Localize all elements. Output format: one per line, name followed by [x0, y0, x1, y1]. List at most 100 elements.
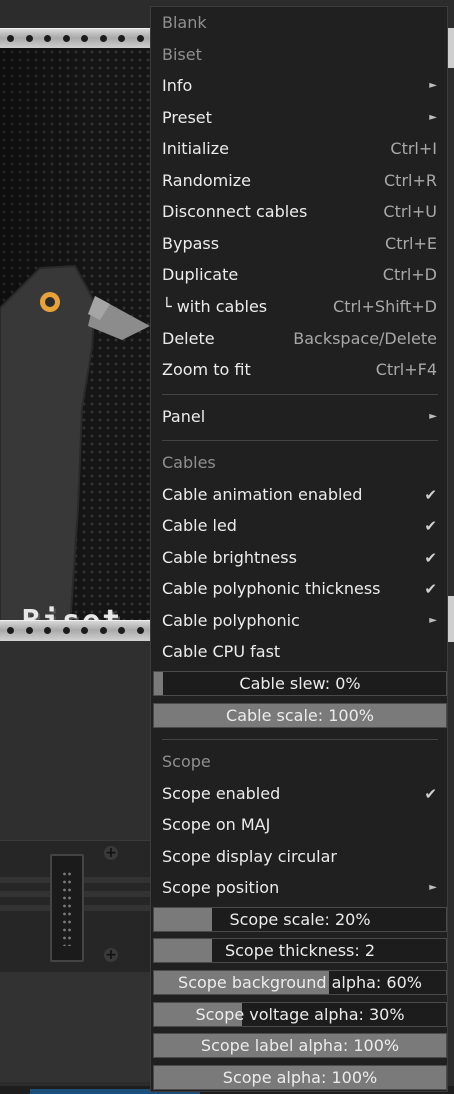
submenu-arrow-icon: ► — [429, 80, 437, 92]
menu-item-bypass[interactable]: Bypass Ctrl+E — [151, 229, 447, 259]
rail-hole — [136, 35, 144, 42]
submenu-arrow-icon: ► — [429, 882, 437, 894]
menu-item-bypass-label: Bypass — [162, 233, 220, 253]
rail-hole — [44, 35, 51, 42]
menu-item-delete[interactable]: Delete Backspace/Delete — [151, 324, 447, 354]
shortcut-hint: Backspace/Delete — [293, 328, 437, 348]
menu-item-with-cables[interactable]: └ with cables Ctrl+Shift+D — [151, 292, 447, 322]
screw-icon: + — [104, 947, 118, 963]
empty-rack-area — [0, 641, 152, 841]
menu-item-with-cables-label: └ with cables — [162, 296, 268, 316]
scope-section-heading-label: Scope — [162, 752, 211, 772]
screw-icon: + — [104, 845, 118, 861]
connector-pins — [62, 870, 72, 946]
menu-item-randomize[interactable]: Randomize Ctrl+R — [151, 166, 447, 196]
ribbon-connector — [50, 854, 84, 962]
pigeon-illustration — [0, 264, 150, 628]
menu-item-cable-animation-enabled[interactable]: Cable animation enabled ✔ — [151, 480, 447, 510]
scope-slider-3[interactable]: Scope voltage alpha: 30% — [153, 1001, 447, 1027]
scope-slider-4[interactable]: Scope label alpha: 100% — [153, 1033, 447, 1059]
rail-hole — [44, 627, 51, 634]
checkmark-icon: ✔ — [424, 784, 437, 803]
rail-hole — [7, 627, 14, 634]
cable-slider-1[interactable]: Cable scale: 100% — [153, 702, 447, 728]
menu-item-scope-display-circular-label: Scope display circular — [162, 846, 337, 866]
menu-separator — [162, 739, 438, 741]
menu-header-blank-label: Blank — [162, 13, 207, 32]
slider-text: Scope label alpha: 100% — [200, 1036, 400, 1056]
menu-item-scope-on-maj-label: Scope on MAJ — [162, 815, 271, 835]
rail-hole — [7, 35, 14, 42]
menu-item-zoom-to-fit-label: Zoom to fit — [162, 360, 251, 380]
menu-item-cable-led[interactable]: Cable led ✔ — [151, 511, 447, 541]
rail-edge — [448, 596, 454, 642]
menu-header-blank: Blank — [151, 8, 447, 38]
menu-item-cable-brightness-label: Cable brightness — [162, 547, 297, 567]
menu-item-cable-cpu-fast[interactable]: Cable CPU fast — [151, 637, 447, 667]
rack-background — [0, 972, 152, 1082]
scope-slider-0[interactable]: Scope scale: 20% — [153, 906, 447, 932]
slider-text: Scope background alpha: 60% — [178, 972, 422, 992]
biset-module-panel[interactable]: Biset — [0, 48, 152, 639]
rail-edge — [448, 28, 454, 68]
cable-slider-0[interactable]: Cable slew: 0% — [153, 671, 447, 696]
shortcut-hint: Ctrl+D — [382, 265, 437, 285]
menu-item-initialize[interactable]: Initialize Ctrl+I — [151, 134, 447, 164]
menu-item-scope-enabled[interactable]: Scope enabled ✔ — [151, 779, 447, 809]
rail-hole — [62, 627, 70, 634]
menu-item-cable-cpu-fast-label: Cable CPU fast — [162, 642, 281, 662]
menu-separator — [162, 393, 438, 395]
checkmark-icon: ✔ — [424, 517, 437, 536]
menu-item-disconnect-cables[interactable]: Disconnect cables Ctrl+U — [151, 197, 447, 227]
rail-hole — [99, 627, 107, 634]
rail-hole — [118, 35, 125, 42]
menu-item-panel-label: Panel — [162, 406, 206, 426]
menu-item-cable-animation-enabled-label: Cable animation enabled — [162, 484, 363, 504]
scope-slider-2[interactable]: Scope background alpha: 60% — [153, 969, 447, 995]
menu-item-scope-display-circular[interactable]: Scope display circular — [151, 842, 447, 872]
menu-item-preset[interactable]: Preset ► — [151, 103, 447, 133]
menu-item-preset-label: Preset — [162, 107, 212, 127]
slider-text: Scope scale: 20% — [229, 909, 371, 929]
scope-section-heading: Scope — [151, 747, 447, 777]
slider-text: Scope thickness: 2 — [224, 941, 376, 961]
rail-hole — [118, 627, 125, 634]
shortcut-hint: Ctrl+R — [384, 170, 437, 190]
shortcut-hint: Ctrl+I — [390, 139, 437, 159]
menu-item-scope-position-label: Scope position — [162, 878, 280, 898]
menu-header-module-name: Biset — [151, 40, 447, 70]
scope-slider-1[interactable]: Scope thickness: 2 — [153, 938, 447, 964]
scope-slider-5[interactable]: Scope alpha: 100% — [153, 1064, 447, 1090]
rail-hole — [136, 627, 144, 634]
menu-item-scope-on-maj[interactable]: Scope on MAJ — [151, 810, 447, 840]
submenu-arrow-icon: ► — [429, 410, 437, 422]
menu-item-cable-polyphonic[interactable]: Cable polyphonic ► — [151, 606, 447, 636]
top-rack-rail — [0, 28, 152, 50]
submenu-arrow-icon: ► — [429, 614, 437, 626]
menu-item-scope-position[interactable]: Scope position ► — [151, 873, 447, 903]
menu-item-cable-polyphonic-thickness[interactable]: Cable polyphonic thickness ✔ — [151, 574, 447, 604]
slider-text: Cable scale: 100% — [226, 705, 374, 725]
menu-item-duplicate[interactable]: Duplicate Ctrl+D — [151, 260, 447, 290]
cables-section-heading-label: Cables — [162, 453, 216, 473]
menu-item-panel[interactable]: Panel ► — [151, 402, 447, 432]
shortcut-hint: Ctrl+Shift+D — [333, 296, 437, 316]
menu-item-info[interactable]: Info ► — [151, 71, 447, 101]
menu-item-delete-label: Delete — [162, 328, 215, 348]
rail-hole — [62, 35, 70, 42]
module-context-menu[interactable]: Blank Biset Info ► Preset ► Initialize Ctrl+I Ra… — [150, 6, 448, 1092]
cables-section-heading: Cables — [151, 448, 447, 478]
rail-hole — [81, 35, 88, 42]
menu-item-initialize-label: Initialize — [162, 139, 229, 159]
menu-item-cable-led-label: Cable led — [162, 516, 237, 536]
menu-header-module-name-label: Biset — [162, 44, 202, 64]
menu-item-zoom-to-fit[interactable]: Zoom to fit Ctrl+F4 — [151, 355, 447, 385]
checkmark-icon: ✔ — [424, 580, 437, 599]
slider-text: Cable slew: 0% — [239, 674, 361, 693]
submenu-arrow-icon: ► — [429, 111, 437, 123]
checkmark-icon: ✔ — [424, 485, 437, 504]
menu-item-cable-brightness[interactable]: Cable brightness ✔ — [151, 543, 447, 573]
bottom-rack-rail — [0, 620, 152, 642]
rail-hole — [25, 35, 33, 42]
rail-hole — [81, 627, 88, 634]
